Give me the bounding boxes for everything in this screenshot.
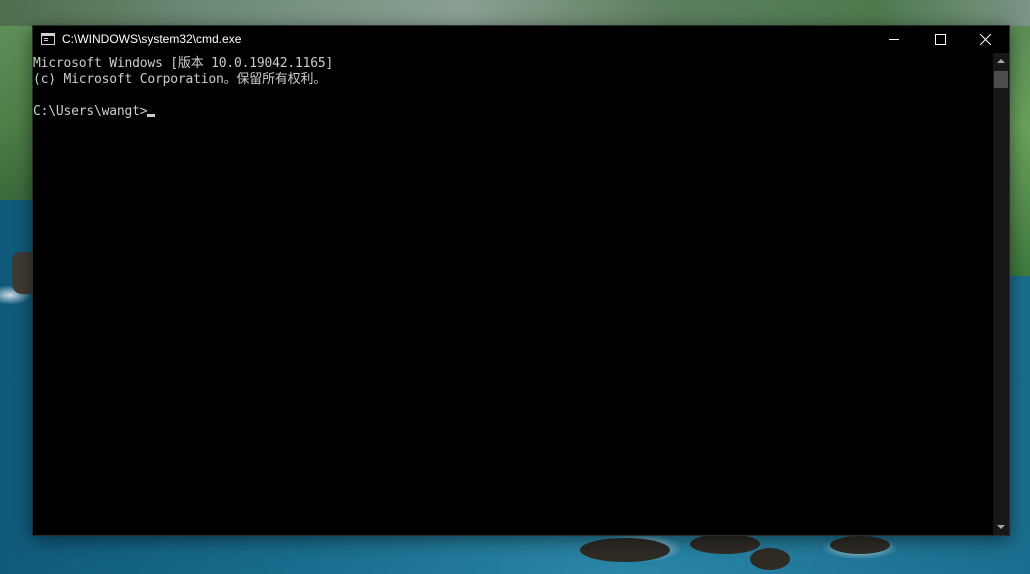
- maximize-button[interactable]: [917, 26, 963, 53]
- console-line-version: Microsoft Windows [版本 10.0.19042.1165]: [33, 56, 334, 71]
- chevron-up-icon: [997, 59, 1005, 63]
- console-line-copyright: (c) Microsoft Corporation。保留所有权利。: [33, 72, 327, 87]
- desktop-wallpaper-right: [1009, 26, 1030, 276]
- console-prompt-line[interactable]: C:\Users\wangt>: [33, 104, 993, 120]
- chevron-down-icon: [997, 525, 1005, 529]
- scroll-thumb[interactable]: [994, 71, 1008, 88]
- console-line-blank: [33, 88, 993, 104]
- title-bar[interactable]: C:\WINDOWS\system32\cmd.exe: [33, 26, 1009, 53]
- console-prompt: C:\Users\wangt>: [33, 104, 148, 119]
- console-output[interactable]: Microsoft Windows [版本 10.0.19042.1165] (…: [33, 53, 993, 535]
- minimize-icon: [889, 39, 899, 40]
- scroll-down-button[interactable]: [993, 518, 1009, 535]
- window-title: C:\WINDOWS\system32\cmd.exe: [62, 32, 242, 46]
- desktop-wallpaper-left: [0, 26, 34, 200]
- cmd-icon: [41, 33, 55, 45]
- scroll-up-button[interactable]: [993, 53, 1009, 70]
- vertical-scrollbar[interactable]: [993, 53, 1009, 535]
- desktop-wallpaper-top: [0, 0, 1030, 26]
- desktop-wallpaper-rocks: [580, 534, 900, 574]
- desktop-wallpaper-rock: [12, 252, 34, 294]
- minimize-button[interactable]: [871, 26, 917, 53]
- cmd-window[interactable]: C:\WINDOWS\system32\cmd.exe Microsoft Wi…: [33, 26, 1009, 535]
- close-icon: [980, 33, 992, 45]
- maximize-icon: [935, 34, 946, 45]
- text-cursor: [147, 114, 156, 117]
- close-button[interactable]: [963, 26, 1009, 53]
